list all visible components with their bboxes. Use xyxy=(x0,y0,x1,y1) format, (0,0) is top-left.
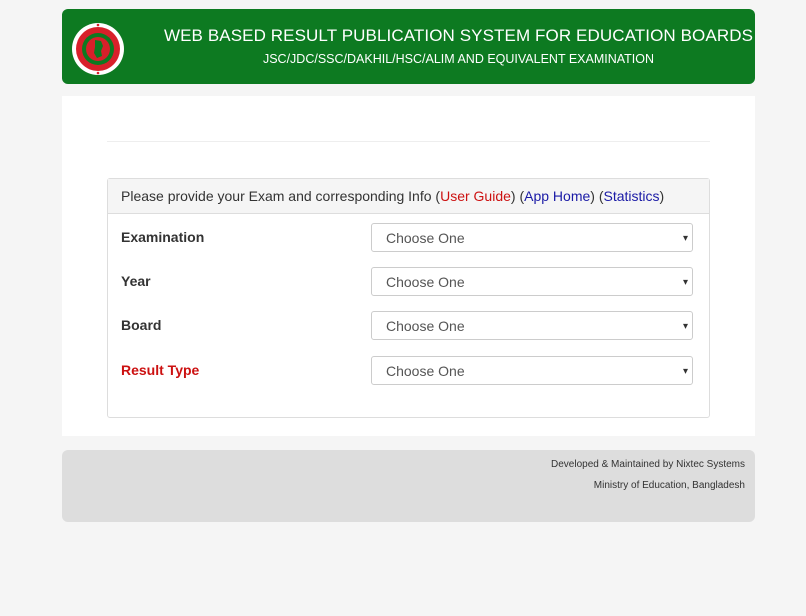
user-guide-link[interactable]: User Guide xyxy=(440,188,511,204)
board-select[interactable]: Choose One ▾ xyxy=(371,311,693,340)
result-type-select[interactable]: Choose One ▾ xyxy=(371,356,693,385)
chevron-down-icon: ▾ xyxy=(682,233,688,244)
footer-ministry-text: Ministry of Education, Bangladesh xyxy=(593,480,745,491)
chevron-down-icon: ▾ xyxy=(682,366,688,377)
form-row-board: Board Choose One ▾ xyxy=(121,311,696,349)
header-subtitle: JSC/JDC/SSC/DAKHIL/HSC/ALIM AND EQUIVALE… xyxy=(262,52,655,66)
header-banner: WEB BASED RESULT PUBLICATION SYSTEM FOR … xyxy=(62,9,755,84)
exam-info-panel: Please provide your Exam and correspondi… xyxy=(107,178,710,418)
result-type-label: Result Type xyxy=(121,362,200,378)
select-value: Choose One xyxy=(386,318,465,334)
select-value: Choose One xyxy=(386,230,465,246)
select-value: Choose One xyxy=(386,363,465,379)
form-row-result-type: Result Type Choose One ▾ xyxy=(121,356,696,394)
form-row-examination: Examination Choose One ▾ xyxy=(121,223,696,261)
chevron-down-icon: ▾ xyxy=(682,277,688,288)
panel-heading-text: Please provide your Exam and correspondi… xyxy=(121,188,432,204)
chevron-down-icon: ▾ xyxy=(682,321,688,332)
footer-developer-text: Developed & Maintained by Nixtec Systems xyxy=(551,459,745,470)
year-label: Year xyxy=(121,273,151,289)
divider xyxy=(107,141,710,142)
app-home-link[interactable]: App Home xyxy=(524,188,590,204)
footer: Developed & Maintained by Nixtec Systems… xyxy=(62,450,755,522)
form-row-year: Year Choose One ▾ xyxy=(121,267,696,305)
main-content: Please provide your Exam and correspondi… xyxy=(62,96,755,436)
select-value: Choose One xyxy=(386,274,465,290)
statistics-link[interactable]: Statistics xyxy=(604,188,660,204)
examination-label: Examination xyxy=(121,229,205,245)
year-select[interactable]: Choose One ▾ xyxy=(371,267,693,296)
panel-heading: Please provide your Exam and correspondi… xyxy=(108,179,709,214)
examination-select[interactable]: Choose One ▾ xyxy=(371,223,693,252)
board-label: Board xyxy=(121,317,162,333)
header-title: WEB BASED RESULT PUBLICATION SYSTEM FOR … xyxy=(163,26,754,45)
